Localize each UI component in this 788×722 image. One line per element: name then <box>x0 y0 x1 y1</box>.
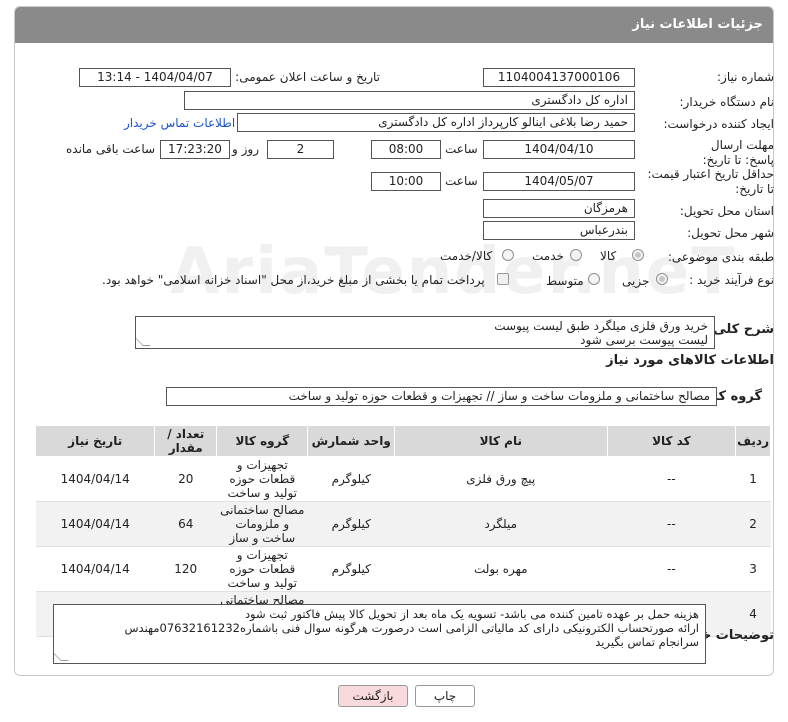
buyer-notes-line: هزینه حمل بر عهده تامین کننده می باشد- ت… <box>244 607 699 621</box>
buyer-org-label: نام دستگاه خریدار: <box>679 95 775 109</box>
price-date-value: 1404/05/07 <box>483 172 635 191</box>
cell-need-date: 1404/04/14 <box>35 546 155 592</box>
need-number-value: 1104004137000106 <box>483 68 635 87</box>
treasury-payment-note: پرداخت تمام یا بخشی از مبلغ خرید،از محل … <box>102 273 485 287</box>
process-option-minor: جزیی <box>622 274 650 288</box>
province-label: استان محل تحویل: <box>679 204 774 218</box>
process-label: نوع فرآیند خرید : <box>689 273 774 287</box>
price-time-label: ساعت <box>445 174 478 188</box>
col-item-code: کد کالا <box>606 425 737 457</box>
table-row: 3 -- مهره بولت کیلوگرم تجهیزات و قطعات ح… <box>35 546 771 592</box>
buyer-notes-line: ارائه صورتحساب الکترونیکی دارای کد مالیا… <box>124 621 700 635</box>
cell-quantity: 120 <box>154 546 217 592</box>
category-option-goods: کالا <box>600 249 617 263</box>
cell-unit: کیلوگرم <box>307 456 395 502</box>
cell-unit: کیلوگرم <box>307 501 395 547</box>
table-row: 2 -- میلگرد کیلوگرم مصالح ساختمانی و ملز… <box>35 501 771 547</box>
buyer-contact-link[interactable]: اطلاعات تماس خریدار <box>124 116 235 130</box>
remaining-label: ساعت باقی مانده <box>66 142 156 156</box>
cell-quantity: 64 <box>154 501 217 547</box>
description-line: خرید ورق فلزی میلگرد طبق لیست پیوست <box>494 319 708 333</box>
goods-info-title: اطلاعات کالاهای مورد نیاز <box>606 353 774 368</box>
description-line: لیست پیوست برسی شود <box>580 333 708 347</box>
creator-value: حمید رضا بلاغی اینالو کارپرداز اداره کل … <box>237 113 635 132</box>
days-label: روز و <box>232 142 259 156</box>
description-textarea[interactable]: خرید ورق فلزی میلگرد طبق لیست پیوست لیست… <box>135 316 715 349</box>
cell-quantity: 20 <box>154 456 217 502</box>
cell-unit: کیلوگرم <box>307 546 395 592</box>
category-label: طبقه بندی موضوعی: <box>667 250 774 264</box>
reply-time-value: 08:00 <box>371 140 441 159</box>
reply-date-value: 1404/04/10 <box>483 140 635 159</box>
col-quantity: تعداد / مقدار <box>154 425 218 457</box>
process-option-medium: متوسط <box>546 274 584 288</box>
cell-item-group: تجهیزات و قطعات حوزه تولید و ساخت <box>216 546 308 592</box>
category-radio-service[interactable] <box>570 249 582 261</box>
price-time-value: 10:00 <box>371 172 441 191</box>
table-row: 1 -- پیچ ورق فلزی کیلوگرم تجهیزات و قطعا… <box>35 456 771 502</box>
process-radio-medium[interactable] <box>588 273 600 285</box>
cell-need-date: 1404/04/14 <box>35 501 155 547</box>
cell-row-number: 1 <box>735 456 771 502</box>
print-button[interactable]: چاپ <box>415 685 475 707</box>
province-value: هرمزگان <box>483 199 635 218</box>
announce-value: 1404/04/07 - 13:14 <box>79 68 231 87</box>
cell-item-name: پیچ ورق فلزی <box>394 456 608 502</box>
city-label: شهر محل تحویل: <box>687 226 774 240</box>
announce-label: تاریخ و ساعت اعلان عمومی: <box>235 70 380 84</box>
reply-time-label: ساعت <box>445 142 478 156</box>
need-number-label: شماره نیاز: <box>717 70 774 84</box>
category-option-both: کالا/خدمت <box>440 249 493 263</box>
cell-item-name: میلگرد <box>394 501 608 547</box>
panel-title: جزئیات اطلاعات نیاز <box>15 7 773 43</box>
col-need-date: تاریخ نیاز <box>34 425 156 457</box>
reply-days-value: 2 <box>267 140 334 159</box>
remaining-time-value: 17:23:20 <box>160 140 230 159</box>
cell-item-group: مصالح ساختمانی و ملزومات ساخت و ساز <box>216 501 308 547</box>
cell-item-code: -- <box>607 456 736 502</box>
creator-label: ایجاد کننده درخواست: <box>663 117 774 131</box>
category-radio-goods[interactable] <box>632 249 644 261</box>
buyer-notes-line: سرانجام تماس بگیرید <box>595 635 699 649</box>
category-radio-both[interactable] <box>502 249 514 261</box>
col-unit: واحد شمارش <box>307 425 395 457</box>
col-item-group: گروه کالا <box>216 425 309 457</box>
col-row-number: ردیف <box>735 425 771 457</box>
buyer-org-value: اداره کل دادگستری <box>184 91 635 110</box>
category-option-service: خدمت <box>532 249 564 263</box>
cell-need-date: 1404/04/14 <box>35 456 155 502</box>
table-header-row: ردیف کد کالا نام کالا واحد شمارش گروه کا… <box>34 425 771 457</box>
cell-row-number: 2 <box>735 501 771 547</box>
cell-item-name: مهره بولت <box>394 546 608 592</box>
back-button[interactable]: بازگشت <box>338 685 408 707</box>
col-item-name: نام کالا <box>393 425 608 457</box>
cell-item-code: -- <box>607 546 736 592</box>
cell-item-code: -- <box>607 501 736 547</box>
reply-deadline-label: مهلت ارسال پاسخ: تا تاریخ: <box>702 138 774 167</box>
treasury-payment-checkbox[interactable] <box>497 273 509 285</box>
price-validity-label: حداقل تاریخ اعتبار قیمت: تا تاریخ: <box>647 167 774 196</box>
cell-row-number: 3 <box>735 546 771 592</box>
goods-group-value: مصالح ساختمانی و ملزومات ساخت و ساز // ت… <box>166 387 717 406</box>
process-radio-minor[interactable] <box>656 273 668 285</box>
cell-item-group: تجهیزات و قطعات حوزه تولید و ساخت <box>216 456 308 502</box>
resize-grip-icon[interactable] <box>54 653 69 661</box>
city-value: بندرعباس <box>483 221 635 240</box>
buyer-notes-textarea[interactable]: هزینه حمل بر عهده تامین کننده می باشد- ت… <box>53 604 706 664</box>
